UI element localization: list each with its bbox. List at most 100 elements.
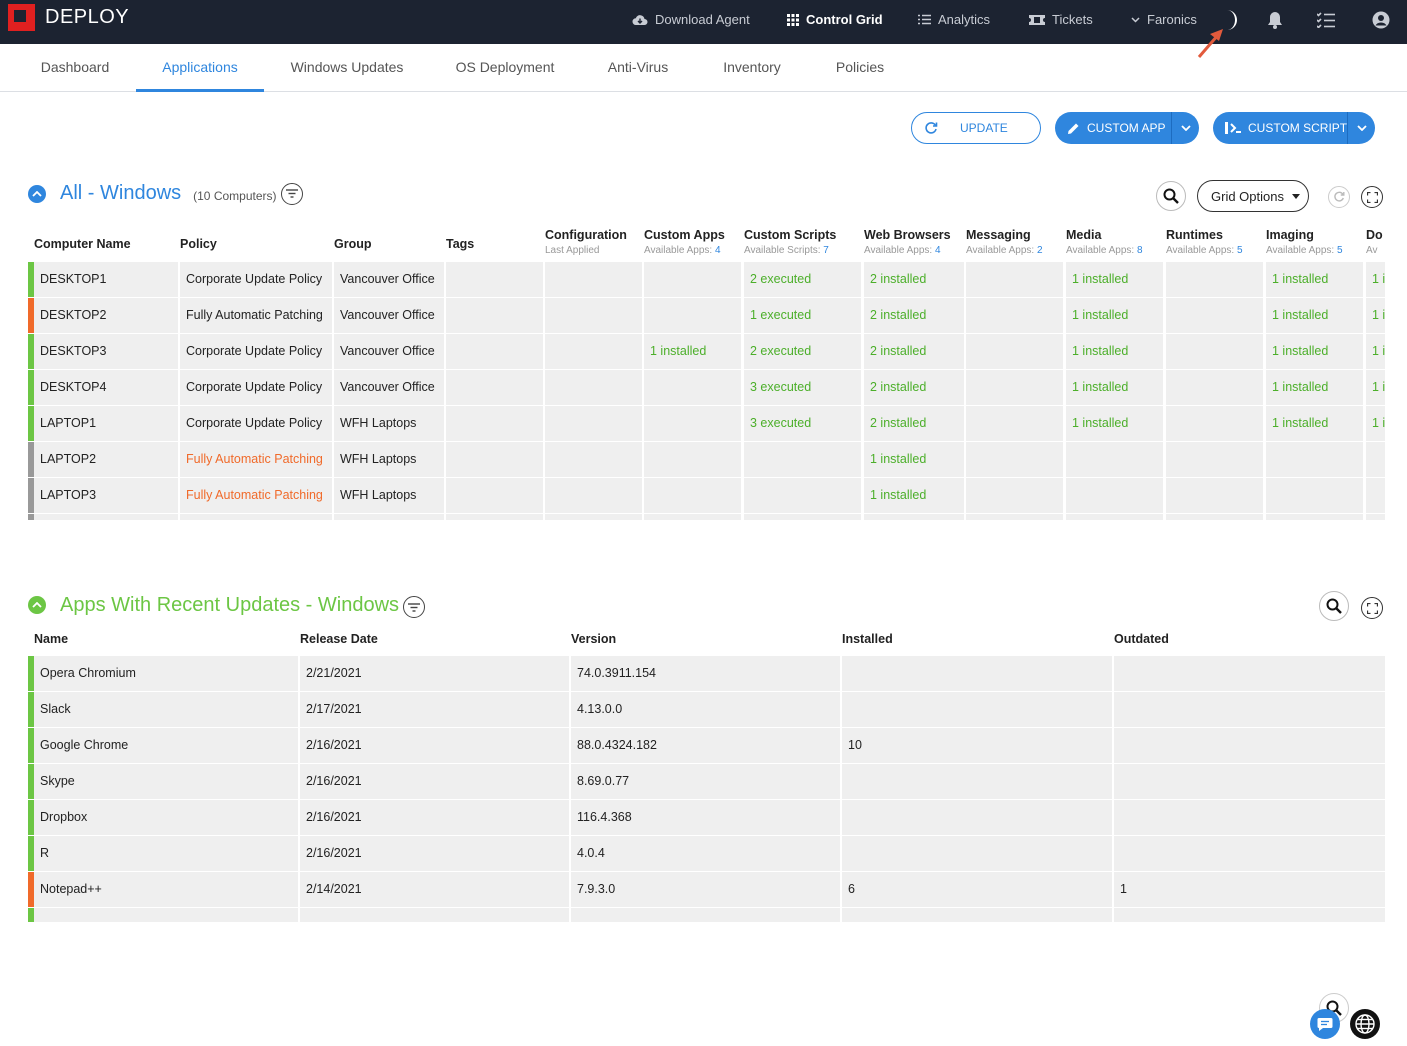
cell-imaging[interactable] xyxy=(1266,478,1363,513)
cell-media[interactable]: 1 installed xyxy=(1066,406,1163,441)
table-row[interactable] xyxy=(28,908,1385,922)
filter-icon[interactable] xyxy=(280,182,303,205)
cell-web-browsers[interactable]: 1 installed xyxy=(864,478,964,513)
available-count[interactable]: 4 xyxy=(715,245,721,256)
table-row[interactable]: Skype 2/16/2021 8.69.0.77 xyxy=(28,764,1385,800)
column-header-imaging[interactable]: Imaging Available Apps: 5 xyxy=(1266,228,1343,256)
cell-web-browsers[interactable]: 2 installed xyxy=(864,370,964,405)
table-row[interactable]: Notepad++ 2/14/2021 7.9.3.0 6 1 xyxy=(28,872,1385,908)
cell-name[interactable]: LAPTOP1 xyxy=(34,406,178,441)
column-header-media[interactable]: Media Available Apps: 8 xyxy=(1066,228,1143,256)
cell-custom-apps[interactable] xyxy=(644,478,741,513)
table-row[interactable]: Dropbox 2/16/2021 116.4.368 xyxy=(28,800,1385,836)
column-header-messaging[interactable]: Messaging Available Apps: 2 xyxy=(966,228,1043,256)
available-count[interactable]: 5 xyxy=(1337,245,1343,256)
tab-anti-virus[interactable]: Anti-Virus xyxy=(594,44,682,92)
column-header-tags[interactable]: Tags xyxy=(446,237,474,251)
cell-imaging[interactable] xyxy=(1266,514,1363,520)
analytics-link[interactable]: Analytics xyxy=(918,12,990,27)
download-agent-link[interactable]: Download Agent xyxy=(632,12,750,27)
available-count[interactable]: 2 xyxy=(1037,245,1043,256)
cell-imaging[interactable]: 1 installed xyxy=(1266,406,1363,441)
table-row[interactable]: R 2/16/2021 4.0.4 xyxy=(28,836,1385,872)
cell-custom-apps[interactable] xyxy=(644,370,741,405)
available-count[interactable]: 5 xyxy=(1237,245,1243,256)
custom-script-button[interactable]: CUSTOM SCRIPT xyxy=(1213,112,1375,144)
task-list-icon[interactable] xyxy=(1316,12,1335,33)
grid1-search-button[interactable] xyxy=(1156,181,1186,211)
column-header-policy[interactable]: Policy xyxy=(180,237,217,251)
control-grid-link[interactable]: Control Grid xyxy=(787,12,883,27)
cell-media[interactable]: 1 installed xyxy=(1066,334,1163,369)
cell-name[interactable]: DESKTOP3 xyxy=(34,334,178,369)
cell-custom-scripts[interactable]: 2 executed xyxy=(744,334,861,369)
table-row[interactable]: LAPTOP1 Corporate Update Policy WFH Laptop… xyxy=(28,406,1385,442)
tab-applications[interactable]: Applications xyxy=(136,44,264,92)
tab-windows-updates[interactable]: Windows Updates xyxy=(278,44,416,92)
cell-custom-scripts[interactable]: 3 executed xyxy=(744,406,861,441)
cell-custom-scripts[interactable]: 1 executed xyxy=(744,298,861,333)
cell-name[interactable]: LAPTOP2 xyxy=(34,442,178,477)
cell-media[interactable] xyxy=(1066,478,1163,513)
available-count[interactable]: 4 xyxy=(935,245,941,256)
table-row[interactable]: Google Chrome 2/16/2021 88.0.4324.182 10 xyxy=(28,728,1385,764)
column-header-last[interactable]: Do Av xyxy=(1366,228,1383,256)
cell-media[interactable]: 1 installed xyxy=(1066,370,1163,405)
cell-media[interactable]: 1 installed xyxy=(1066,298,1163,333)
table-row[interactable]: DESKTOP2 Fully Automatic Patching Vancouve… xyxy=(28,298,1385,334)
column-header-installed[interactable]: Installed xyxy=(842,632,893,646)
cell-last[interactable]: 1 i xyxy=(1366,334,1385,369)
column-header-outdated[interactable]: Outdated xyxy=(1114,632,1169,646)
cell-custom-scripts[interactable]: 2 executed xyxy=(744,262,861,297)
tab-os-deployment[interactable]: OS Deployment xyxy=(444,44,566,92)
table-row[interactable]: DESKTOP3 Corporate Update Policy Vancouver… xyxy=(28,334,1385,370)
cell-name[interactable] xyxy=(34,514,178,520)
column-header-release[interactable]: Release Date xyxy=(300,632,378,646)
custom-app-dropdown[interactable] xyxy=(1171,112,1199,144)
cell-name[interactable]: DESKTOP4 xyxy=(34,370,178,405)
cell-imaging[interactable]: 1 installed xyxy=(1266,370,1363,405)
cell-web-browsers[interactable]: 1 installed xyxy=(864,442,964,477)
cell-last[interactable] xyxy=(1366,478,1385,513)
tab-dashboard[interactable]: Dashboard xyxy=(28,44,122,92)
table-row[interactable]: DESKTOP4 Corporate Update Policy Vancouver… xyxy=(28,370,1385,406)
cell-imaging[interactable]: 1 installed xyxy=(1266,298,1363,333)
cell-last[interactable]: 1 i xyxy=(1366,298,1385,333)
cell-name[interactable]: LAPTOP3 xyxy=(34,478,178,513)
cell-custom-scripts[interactable]: 3 executed xyxy=(744,370,861,405)
table-row[interactable]: DESKTOP1 Corporate Update Policy Vancouver… xyxy=(28,262,1385,298)
language-button[interactable] xyxy=(1350,1009,1380,1039)
cell-last[interactable]: 1 i xyxy=(1366,262,1385,297)
cell-name[interactable]: DESKTOP1 xyxy=(34,262,178,297)
cell-custom-apps[interactable] xyxy=(644,514,741,520)
column-header-version[interactable]: Version xyxy=(571,632,616,646)
collapse-chevron-icon[interactable] xyxy=(28,184,46,203)
available-count[interactable]: 7 xyxy=(823,245,829,256)
cell-imaging[interactable]: 1 installed xyxy=(1266,334,1363,369)
cell-last[interactable] xyxy=(1366,442,1385,477)
available-count[interactable]: 8 xyxy=(1137,245,1143,256)
column-header-web-browsers[interactable]: Web Browsers Available Apps: 4 xyxy=(864,228,951,256)
table-row[interactable]: Opera Chromium 2/21/2021 74.0.3911.154 xyxy=(28,656,1385,692)
table-row[interactable]: LAPTOP2 Fully Automatic Patching WFH Lapto… xyxy=(28,442,1385,478)
cell-last[interactable]: 1 i xyxy=(1366,370,1385,405)
tab-inventory[interactable]: Inventory xyxy=(710,44,794,92)
custom-script-dropdown[interactable] xyxy=(1347,112,1375,144)
cell-web-browsers[interactable]: 2 installed xyxy=(864,262,964,297)
cell-custom-scripts[interactable] xyxy=(744,514,861,520)
cell-web-browsers[interactable] xyxy=(864,514,964,520)
grid-options-dropdown[interactable]: Grid Options xyxy=(1197,180,1309,212)
custom-app-button[interactable]: CUSTOM APP xyxy=(1055,112,1199,144)
column-header-group[interactable]: Group xyxy=(334,237,372,251)
cell-media[interactable]: 1 installed xyxy=(1066,262,1163,297)
table-row[interactable]: LAPTOP3 Fully Automatic Patching WFH Lapto… xyxy=(28,478,1385,514)
tickets-link[interactable]: Tickets xyxy=(1029,12,1093,27)
grid2-search-button[interactable] xyxy=(1319,591,1349,621)
cell-web-browsers[interactable]: 2 installed xyxy=(864,334,964,369)
tab-policies[interactable]: Policies xyxy=(824,44,896,92)
cell-name[interactable]: DESKTOP2 xyxy=(34,298,178,333)
cell-custom-scripts[interactable] xyxy=(744,442,861,477)
grid1-expand-button[interactable] xyxy=(1361,186,1383,208)
cell-web-browsers[interactable]: 2 installed xyxy=(864,298,964,333)
cell-web-browsers[interactable]: 2 installed xyxy=(864,406,964,441)
